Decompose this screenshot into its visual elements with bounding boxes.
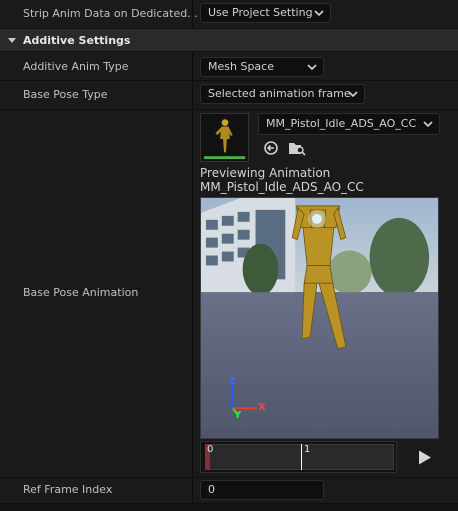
timeline-frame-label: 1 — [304, 444, 311, 455]
ref-frame-index-value: 0 — [208, 483, 215, 496]
browse-back-icon[interactable] — [263, 140, 279, 156]
additive-anim-type-value: Mesh Space — [208, 60, 274, 73]
chevron-down-icon — [423, 121, 433, 128]
base-pose-type-value: Selected animation frame — [208, 87, 351, 100]
previewing-asset-name: MM_Pistol_Idle_ADS_AO_CC — [200, 180, 364, 194]
additive-anim-type-row: Additive Anim Type Mesh Space — [0, 52, 458, 81]
timeline-scrubber[interactable]: 0 1 — [200, 441, 397, 473]
viewport-scene — [201, 198, 438, 438]
base-pose-type-combo[interactable]: Selected animation frame — [200, 84, 365, 104]
strip-anim-row: Strip Anim Data on Dedicated... Use Proj… — [0, 0, 458, 29]
column-divider — [192, 81, 193, 109]
chevron-down-icon — [307, 64, 317, 71]
asset-picker-value: MM_Pistol_Idle_ADS_AO_CC — [266, 117, 417, 130]
axis-x-label: X — [258, 402, 266, 413]
collapse-arrow-icon[interactable] — [7, 36, 17, 46]
base-pose-animation-label: Base Pose Animation — [23, 286, 139, 299]
timeline-track — [205, 444, 394, 470]
timeline-frame-marker[interactable] — [301, 444, 302, 470]
asset-thumbnail[interactable] — [200, 113, 249, 162]
play-icon[interactable] — [418, 449, 432, 466]
strip-anim-value: Use Project Setting — [208, 6, 313, 19]
strip-anim-combo[interactable]: Use Project Setting — [200, 3, 331, 23]
base-pose-type-row: Base Pose Type Selected animation frame — [0, 81, 458, 110]
base-pose-animation-row: Base Pose Animation MM_Pistol_Idle_ADS_A… — [0, 110, 458, 478]
column-divider — [192, 110, 193, 477]
section-title: Additive Settings — [23, 34, 131, 47]
column-divider — [192, 478, 193, 503]
additive-settings-header[interactable]: Additive Settings — [0, 29, 458, 52]
column-divider — [192, 0, 193, 28]
chevron-down-icon — [314, 10, 324, 17]
additive-anim-type-combo[interactable]: Mesh Space — [200, 57, 324, 77]
find-in-browser-icon[interactable] — [288, 140, 306, 156]
ref-frame-index-row: Ref Frame Index 0 — [0, 478, 458, 504]
previewing-caption: Previewing Animation MM_Pistol_Idle_ADS_… — [200, 166, 364, 194]
chevron-down-icon — [348, 91, 358, 98]
axis-y-label: Y — [234, 410, 242, 421]
asset-picker-combo[interactable]: MM_Pistol_Idle_ADS_AO_CC — [258, 113, 440, 135]
ref-frame-index-input[interactable]: 0 — [200, 480, 324, 500]
strip-anim-label: Strip Anim Data on Dedicated... — [23, 7, 198, 20]
axis-z-label: Z — [229, 376, 237, 387]
timeline-start-label: 0 — [207, 444, 214, 455]
previewing-label: Previewing Animation — [200, 166, 331, 180]
ref-frame-index-label: Ref Frame Index — [23, 483, 113, 496]
animation-preview-viewport[interactable]: Z X Y — [200, 197, 439, 439]
column-divider — [192, 52, 193, 80]
character-thumbnail-icon — [201, 114, 248, 161]
additive-anim-type-label: Additive Anim Type — [23, 60, 129, 73]
base-pose-type-label: Base Pose Type — [23, 88, 108, 101]
